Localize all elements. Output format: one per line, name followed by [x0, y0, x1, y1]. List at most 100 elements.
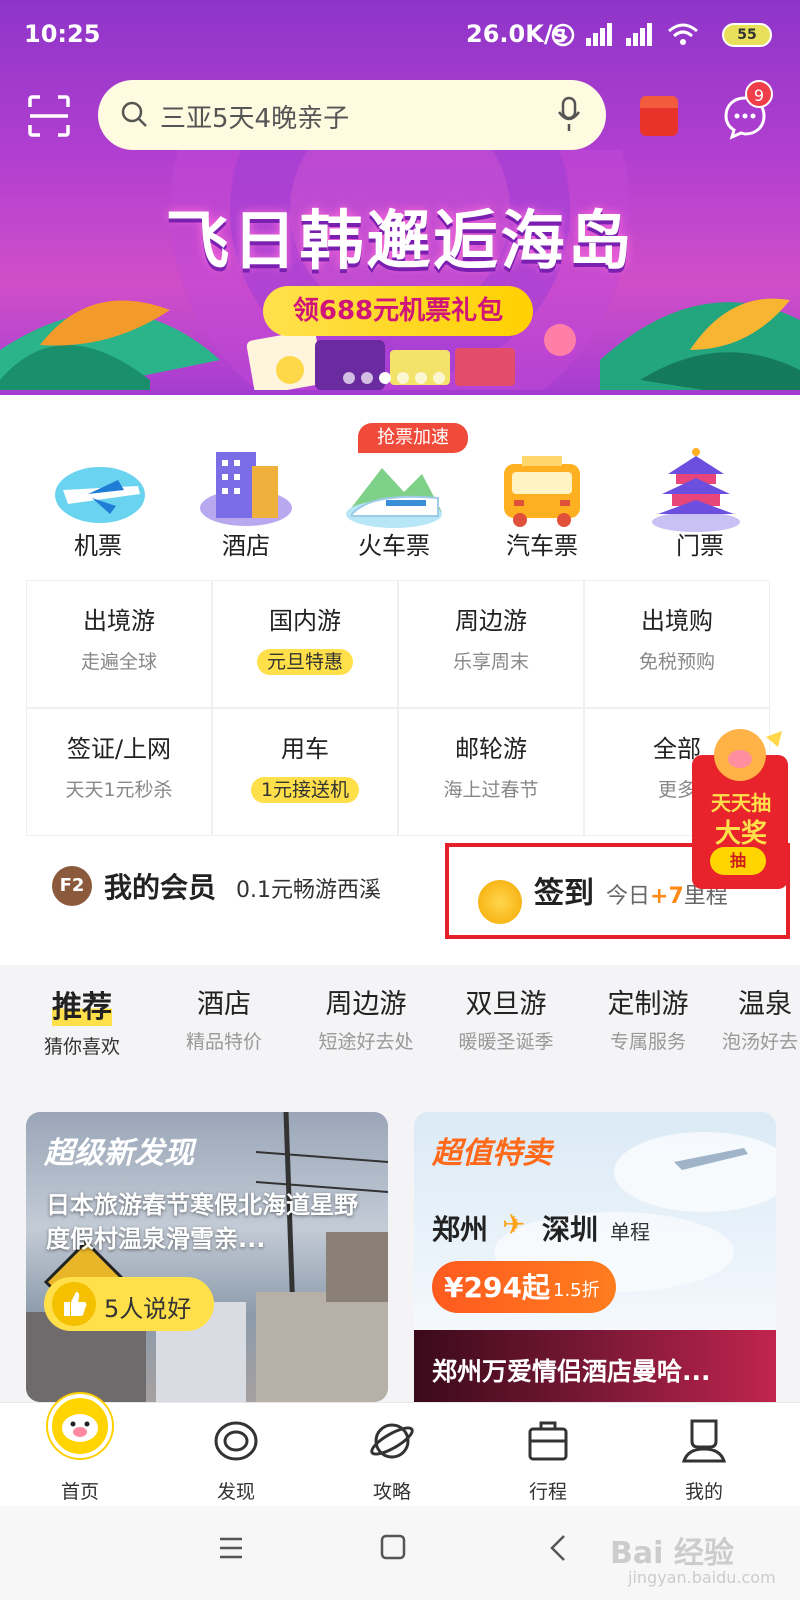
nav-guide[interactable]: 攻略 [332, 1403, 452, 1507]
nav-trips[interactable]: 行程 [488, 1403, 608, 1507]
grid-car[interactable]: 用车 1元接送机 [212, 708, 398, 836]
trip-type: 单程 [610, 1220, 650, 1244]
route-from: 郑州 [432, 1213, 489, 1246]
member-level-icon: F2 [52, 866, 92, 906]
temple-icon[interactable] [646, 444, 746, 532]
tab-hotspring[interactable]: 温泉 泡汤好去 [720, 970, 800, 1054]
tab-nearby[interactable]: 周边游 短途好去处 [296, 970, 436, 1054]
nav-label: 我的 [684, 1481, 723, 1503]
likes-count: 5人说好 [104, 1295, 192, 1323]
carousel-dot [343, 372, 355, 384]
grid-subtitle: 乐享周末 [452, 651, 529, 673]
grid-duty-free[interactable]: 出境购 免税预购 [584, 580, 770, 708]
grid-title: 签证/上网 [66, 735, 172, 763]
carousel-dot [361, 372, 373, 384]
route-to: 深圳 [542, 1213, 599, 1246]
tab-subtitle: 暖暖圣诞季 [458, 1031, 554, 1053]
home-pig-icon[interactable] [48, 1394, 112, 1458]
wifi-icon [668, 23, 698, 45]
grid-outbound-tour[interactable]: 出境游 走遍全球 [26, 580, 212, 708]
tab-subtitle: 泡汤好去 [722, 1031, 799, 1053]
category-flights[interactable]: 机票 [38, 526, 158, 561]
grid-nearby-tour[interactable]: 周边游 乐享周末 [398, 580, 584, 708]
carousel-dot [397, 372, 409, 384]
carousel-dot [379, 372, 391, 384]
card-title[interactable]: 日本旅游春节寒假北海道星野度假村温泉滑雪亲... [46, 1188, 376, 1256]
nav-discover[interactable]: 发现 [176, 1403, 296, 1507]
hotel-icon[interactable] [196, 446, 296, 530]
grid-subtitle: 天天1元秒杀 [65, 779, 173, 801]
category-hotels[interactable]: 酒店 [186, 526, 306, 561]
grid-subtitle: 免税预购 [638, 651, 715, 673]
scan-icon[interactable] [28, 95, 70, 137]
category-trains[interactable]: 火车票 [334, 526, 454, 561]
lottery-button[interactable]: 抽 [710, 847, 766, 875]
bus-icon[interactable] [492, 446, 592, 532]
nav-profile[interactable]: 我的 [644, 1403, 764, 1507]
hotel-promo-title[interactable]: 郑州万爱情侣酒店曼哈... [432, 1352, 711, 1388]
category-buses[interactable]: 汽车票 [482, 526, 602, 561]
train-icon[interactable] [342, 452, 446, 532]
battery-indicator: 55 [722, 23, 772, 47]
red-packet-icon[interactable] [640, 96, 678, 136]
grid-title: 出境购 [641, 607, 713, 635]
tab-subtitle: 短途好去处 [318, 1031, 414, 1053]
home-square-icon[interactable] [380, 1534, 406, 1560]
price: ¥294起 [444, 1271, 550, 1304]
grid-subtitle: 走遍全球 [80, 651, 157, 673]
watermark-logo: Bai 经验 [610, 1536, 734, 1571]
tab-title: 周边游 [325, 989, 407, 1020]
feed-tabs: 推荐 猜你喜欢 酒店 精品特价 周边游 短途好去处 双旦游 暖暖圣诞季 定制游 … [0, 970, 800, 1080]
carousel-dots [343, 372, 463, 386]
eye-icon [214, 1421, 258, 1461]
member-label[interactable]: 我的会员 [104, 866, 216, 906]
grid-visa[interactable]: 签证/上网 天天1元秒杀 [26, 708, 212, 836]
carousel-dot [415, 372, 427, 384]
alarm-icon [551, 23, 575, 47]
tab-title: 温泉 [738, 989, 792, 1020]
back-icon[interactable] [548, 1534, 568, 1562]
nav-label: 发现 [216, 1481, 255, 1503]
planet-icon [370, 1423, 414, 1459]
tab-holiday[interactable]: 双旦游 暖暖圣诞季 [436, 970, 576, 1054]
banner-coupon[interactable]: 领688元机票礼包 [263, 286, 533, 336]
signal-hd-icon [586, 23, 612, 46]
train-promo-badge: 抢票加速 [358, 423, 468, 453]
search-icon [121, 101, 147, 127]
grid-title: 国内游 [269, 607, 341, 635]
grid-title: 周边游 [455, 607, 527, 635]
tab-hotel[interactable]: 酒店 精品特价 [154, 970, 294, 1054]
grid-domestic-tour[interactable]: 国内游 元旦特惠 [212, 580, 398, 708]
category-tickets[interactable]: 门票 [640, 526, 760, 561]
nav-label: 首页 [60, 1481, 99, 1503]
message-badge: 9 [745, 80, 773, 108]
tab-subtitle: 专属服务 [609, 1031, 686, 1053]
menu-icon[interactable] [218, 1536, 244, 1560]
tab-recommend[interactable]: 推荐 猜你喜欢 [12, 970, 152, 1059]
nav-label: 行程 [528, 1481, 567, 1503]
grid-promo-pill: 1元接送机 [250, 777, 360, 803]
thumbs-up-icon [52, 1282, 96, 1326]
watermark-url: jingyan.baidu.com [628, 1568, 776, 1587]
bottom-nav: 首页 发现 攻略 行程 我的 [0, 1402, 800, 1506]
grid-title: 用车 [281, 735, 329, 763]
plane-icon[interactable] [48, 450, 148, 530]
lottery-float[interactable]: 天天抽 大奖 抽 [686, 725, 796, 895]
tab-custom[interactable]: 定制游 专属服务 [578, 970, 718, 1054]
grid-promo-pill: 元旦特惠 [256, 649, 353, 675]
search-input[interactable]: 三亚5天4晚亲子 [160, 98, 349, 135]
tab-title: 定制游 [607, 989, 689, 1020]
lottery-line1: 天天抽 [711, 791, 771, 815]
member-desc[interactable]: 0.1元畅游西溪 [236, 872, 381, 904]
signal-icon [626, 23, 652, 46]
lottery-line2: 大奖 [714, 819, 767, 849]
banner-title[interactable]: 飞日韩邂逅海岛 [0, 190, 800, 282]
card-tag: 超级新发现 [44, 1136, 194, 1171]
user-icon [681, 1419, 727, 1463]
tab-subtitle: 精品特价 [185, 1031, 262, 1053]
grid-cruise[interactable]: 邮轮游 海上过春节 [398, 708, 584, 836]
microphone-icon[interactable] [556, 96, 582, 134]
card-tag: 超值特卖 [432, 1136, 552, 1171]
plane-small-icon: ✈ [502, 1208, 526, 1241]
grid-subtitle: 海上过春节 [443, 779, 539, 801]
